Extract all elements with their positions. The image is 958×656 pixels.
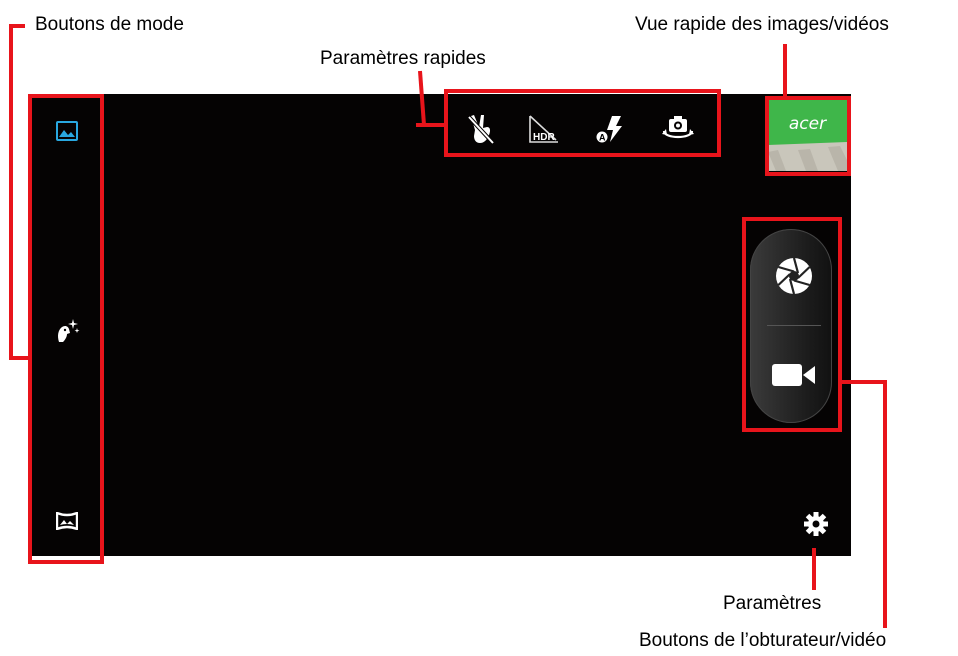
shutter-leader-vertical	[883, 380, 887, 628]
settings-leader	[812, 548, 816, 590]
settings-annotation: Paramètres	[723, 593, 822, 614]
shutter-video-annotation: Boutons de l’obturateur/vidéo	[639, 630, 887, 651]
quick-view-leader	[783, 44, 787, 98]
mode-buttons-highlight	[28, 94, 104, 564]
quick-settings-annotation: Paramètres rapides	[320, 48, 486, 69]
settings-button[interactable]	[800, 508, 832, 540]
mode-leader-vertical	[9, 24, 13, 360]
quick-view-annotation: Vue rapide des images/vidéos	[635, 14, 889, 35]
quick-settings-highlight	[444, 89, 721, 157]
quick-settings-leader-diagonal	[418, 70, 426, 126]
shutter-video-highlight	[742, 217, 842, 432]
quick-view-highlight	[765, 96, 851, 176]
mode-buttons-annotation: Boutons de mode	[35, 14, 184, 35]
camera-viewfinder	[28, 94, 851, 556]
shutter-leader-horizontal	[840, 380, 887, 384]
gear-icon	[804, 512, 828, 536]
mode-leader-bottom	[9, 356, 30, 360]
mode-leader-top	[9, 24, 25, 28]
